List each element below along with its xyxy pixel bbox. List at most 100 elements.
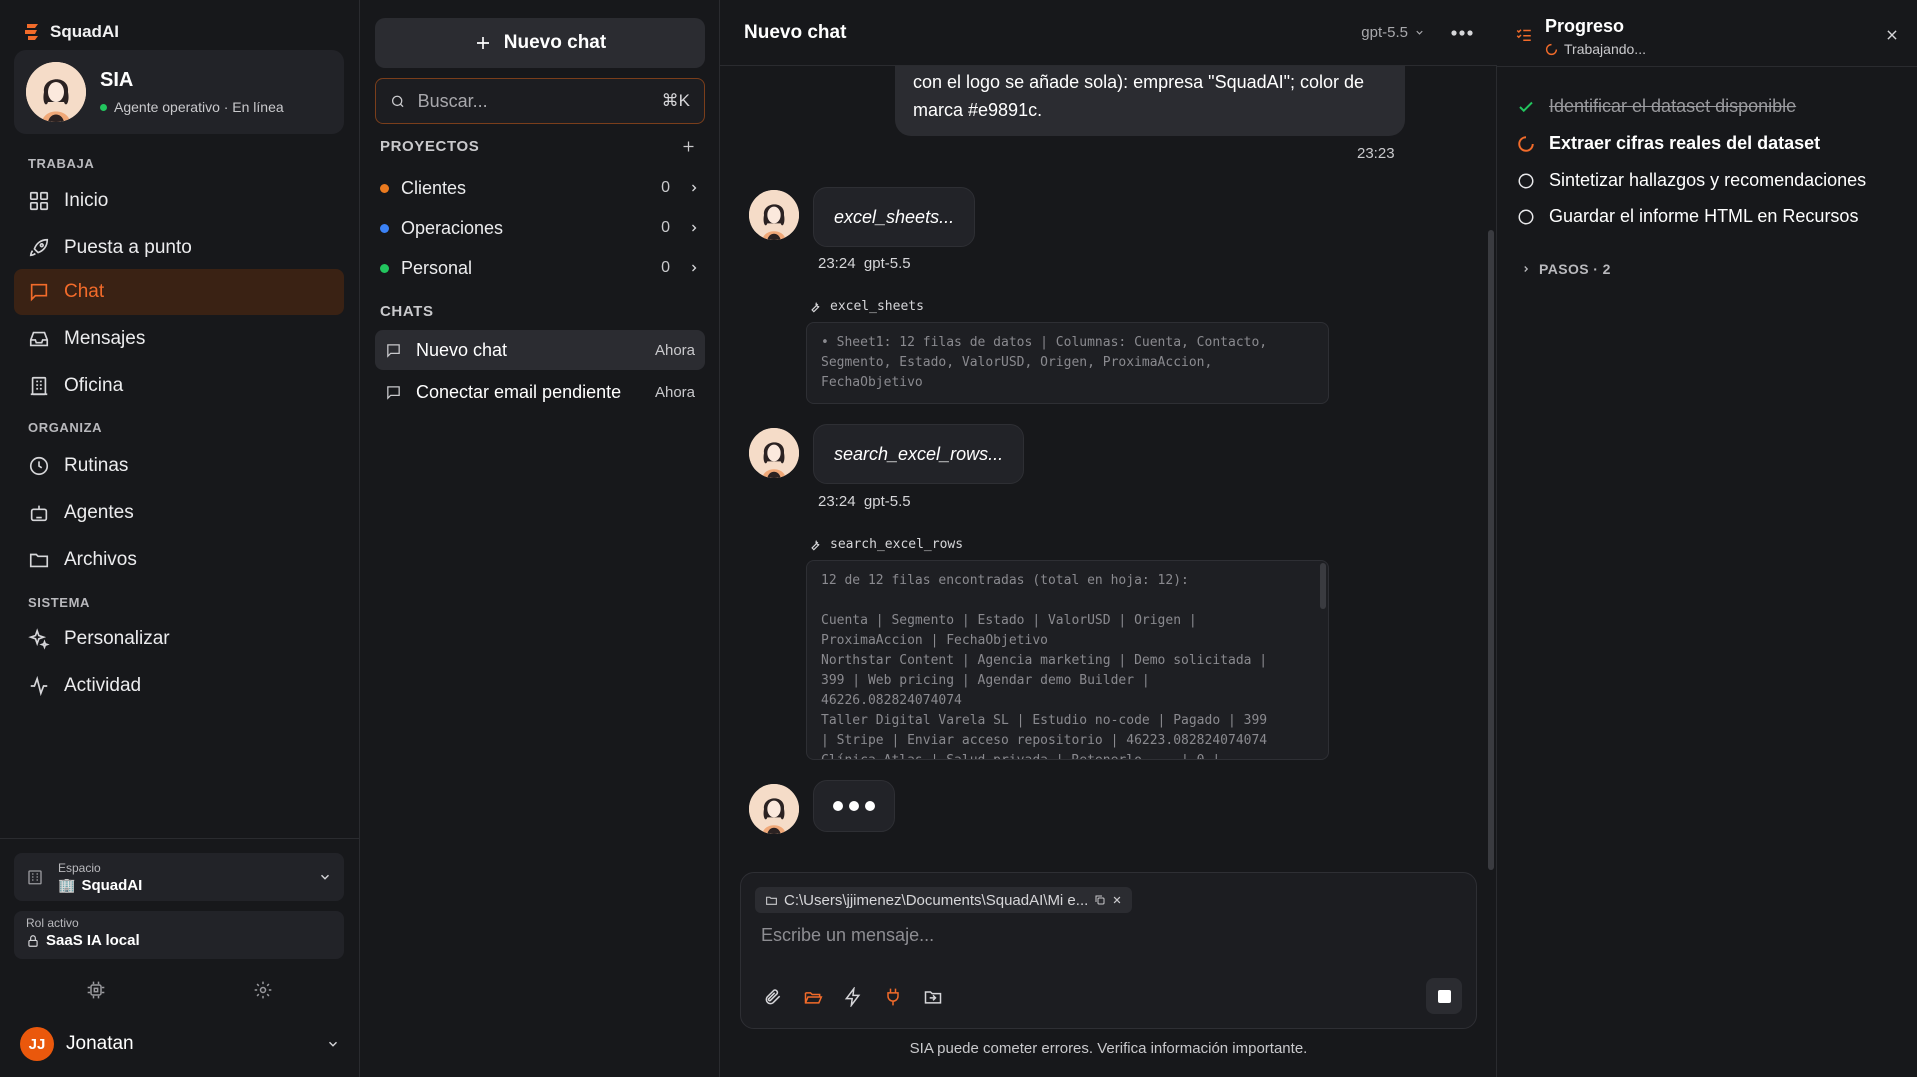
cpu-icon[interactable] bbox=[86, 980, 106, 1000]
workspace-selector[interactable]: Espacio 🏢 SquadAI bbox=[14, 853, 344, 901]
agent-card[interactable]: SIA Agente operativo · En línea bbox=[14, 50, 344, 134]
project-color-dot bbox=[380, 183, 389, 193]
nav-item-mensajes[interactable]: Mensajes bbox=[14, 316, 344, 362]
project-item-operaciones[interactable]: Operaciones 0 bbox=[380, 212, 700, 244]
tool-call-bubble[interactable]: excel_sheets... bbox=[813, 187, 976, 247]
folder-import-icon[interactable] bbox=[923, 987, 943, 1007]
section-label-sys: SISTEMA bbox=[28, 595, 90, 610]
nav-item-agentes[interactable]: Agentes bbox=[14, 490, 344, 536]
attachment-path: C:\Users\jjimenez\Documents\SquadAI\Mi e… bbox=[784, 891, 1089, 909]
nav-label: Personalizar bbox=[64, 628, 170, 649]
typing-indicator bbox=[813, 780, 895, 832]
tool-output[interactable]: 12 de 12 filas encontradas (total en hoj… bbox=[806, 560, 1329, 760]
tool-output: • Sheet1: 12 filas de datos | Columnas: … bbox=[806, 322, 1329, 404]
progress-panel: Progreso Trabajando... Identificar el da… bbox=[1497, 0, 1917, 1077]
gear-icon[interactable] bbox=[253, 980, 273, 1000]
stop-icon bbox=[1437, 989, 1451, 1003]
chat-item-nuevo-chat[interactable]: Nuevo chat Ahora bbox=[375, 330, 705, 370]
lightning-icon[interactable] bbox=[843, 987, 863, 1007]
search-icon bbox=[391, 95, 404, 107]
tool-name-row[interactable]: excel_sheets bbox=[808, 299, 924, 314]
nav-item-oficina[interactable]: Oficina bbox=[14, 363, 344, 409]
search-input[interactable] bbox=[417, 90, 650, 112]
project-item-personal[interactable]: Personal 0 bbox=[380, 252, 700, 284]
message-time: 23:24 bbox=[818, 493, 856, 510]
message-input[interactable] bbox=[761, 925, 1451, 961]
attachment-chip[interactable]: C:\Users\jjimenez\Documents\SquadAI\Mi e… bbox=[755, 887, 1133, 913]
chat-title: Conectar email pendiente bbox=[416, 381, 622, 402]
chats-label: CHATS bbox=[380, 303, 434, 320]
close-icon[interactable] bbox=[1112, 895, 1122, 905]
woman-portrait-icon bbox=[26, 62, 86, 122]
message-time: 23:24 bbox=[818, 255, 856, 272]
assistant-avatar bbox=[749, 428, 799, 478]
sidebar-footer-icons bbox=[0, 978, 360, 1002]
user-menu[interactable]: JJ Jonatan bbox=[20, 1026, 340, 1062]
tool-output-line: Clínica Atlas | Salud privada | Retenerl… bbox=[821, 751, 1314, 759]
new-chat-button[interactable]: Nuevo chat bbox=[375, 18, 705, 68]
agent-avatar bbox=[26, 62, 86, 122]
user-message-line: marca #e9891c. bbox=[913, 100, 1043, 120]
more-options-icon[interactable] bbox=[1451, 29, 1473, 36]
message-composer: C:\Users\jjimenez\Documents\SquadAI\Mi e… bbox=[740, 872, 1477, 1029]
squadai-logo-icon bbox=[25, 24, 38, 40]
building-icon bbox=[28, 870, 42, 885]
tool-name: excel_sheets bbox=[830, 299, 924, 314]
nav-item-personalizar[interactable]: Personalizar bbox=[14, 616, 344, 662]
wrench-icon bbox=[811, 301, 820, 312]
role-selector[interactable]: Rol activo SaaS IA local bbox=[14, 911, 344, 959]
step-label: Sintetizar hallazgos y recomendaciones bbox=[1549, 170, 1867, 190]
rocket-icon bbox=[29, 238, 49, 257]
online-dot bbox=[100, 103, 107, 111]
chat-header: Nuevo chat gpt-5.5 bbox=[720, 0, 1497, 66]
message-model: gpt-5.5 bbox=[863, 255, 911, 272]
inbox-icon bbox=[29, 331, 49, 347]
stop-button[interactable] bbox=[1426, 978, 1462, 1014]
brand-name: SquadAI bbox=[50, 22, 119, 41]
chat-scrollbar[interactable] bbox=[1488, 230, 1494, 870]
nav-item-actividad[interactable]: Actividad bbox=[14, 663, 344, 709]
nav-label: Actividad bbox=[64, 675, 142, 696]
nav-label: Inicio bbox=[64, 190, 109, 211]
project-count: 0 bbox=[661, 259, 670, 276]
projects-label: PROYECTOS bbox=[380, 138, 480, 155]
chevron-right-icon bbox=[1524, 266, 1529, 272]
nav-item-rutinas[interactable]: Rutinas bbox=[14, 443, 344, 489]
output-scrollbar[interactable] bbox=[1320, 563, 1326, 609]
tool-call-bubble[interactable]: search_excel_rows... bbox=[813, 424, 1025, 484]
chat-item-conectar-email[interactable]: Conectar email pendiente Ahora bbox=[375, 372, 705, 412]
circle-icon bbox=[1518, 209, 1534, 224]
spinner-icon bbox=[1545, 43, 1558, 55]
copy-icon[interactable] bbox=[1094, 894, 1106, 906]
composer-tools bbox=[763, 987, 943, 1007]
nav-item-puesta-a-punto[interactable]: Puesta a punto bbox=[14, 225, 344, 271]
add-project-icon[interactable] bbox=[681, 139, 696, 154]
chat-title: Nuevo chat bbox=[416, 339, 508, 360]
chat-icon bbox=[387, 343, 400, 358]
brand[interactable]: SquadAI bbox=[0, 0, 359, 46]
nav-item-archivos[interactable]: Archivos bbox=[14, 537, 344, 583]
steps-toggle[interactable]: PASOS · 2 bbox=[1521, 261, 1611, 277]
chat-title: Nuevo chat bbox=[744, 21, 847, 43]
close-icon[interactable] bbox=[1885, 28, 1899, 42]
workspace-label: Espacio bbox=[58, 860, 101, 875]
grid-icon bbox=[29, 191, 49, 211]
tool-name-row[interactable]: search_excel_rows bbox=[808, 537, 963, 552]
progress-step: Guardar el informe HTML en Recursos bbox=[1517, 206, 1858, 227]
model-name: gpt-5.5 bbox=[1361, 24, 1408, 41]
search-box: ⌘K bbox=[375, 78, 705, 124]
nav-item-inicio[interactable]: Inicio bbox=[14, 178, 344, 224]
tool-output-line: Taller Digital Varela SL | Estudio no-co… bbox=[821, 713, 1268, 728]
nav-item-chat[interactable]: Chat bbox=[14, 269, 344, 315]
project-item-clientes[interactable]: Clientes 0 bbox=[380, 172, 700, 204]
folder-open-icon[interactable] bbox=[803, 987, 823, 1007]
model-selector[interactable]: gpt-5.5 bbox=[1361, 24, 1425, 41]
section-label-org: ORGANIZA bbox=[28, 420, 103, 435]
paperclip-icon[interactable] bbox=[763, 987, 783, 1007]
tool-output-line: • Sheet1: 12 filas de datos | Columnas: … bbox=[821, 335, 1268, 350]
chat-time: Ahora bbox=[654, 341, 695, 359]
tool-output-line: Cuenta | Segmento | Estado | ValorUSD | … bbox=[821, 613, 1197, 628]
role-name: SaaS IA local bbox=[46, 932, 140, 949]
plug-icon[interactable] bbox=[883, 987, 903, 1007]
role-label: Rol activo bbox=[26, 916, 79, 930]
